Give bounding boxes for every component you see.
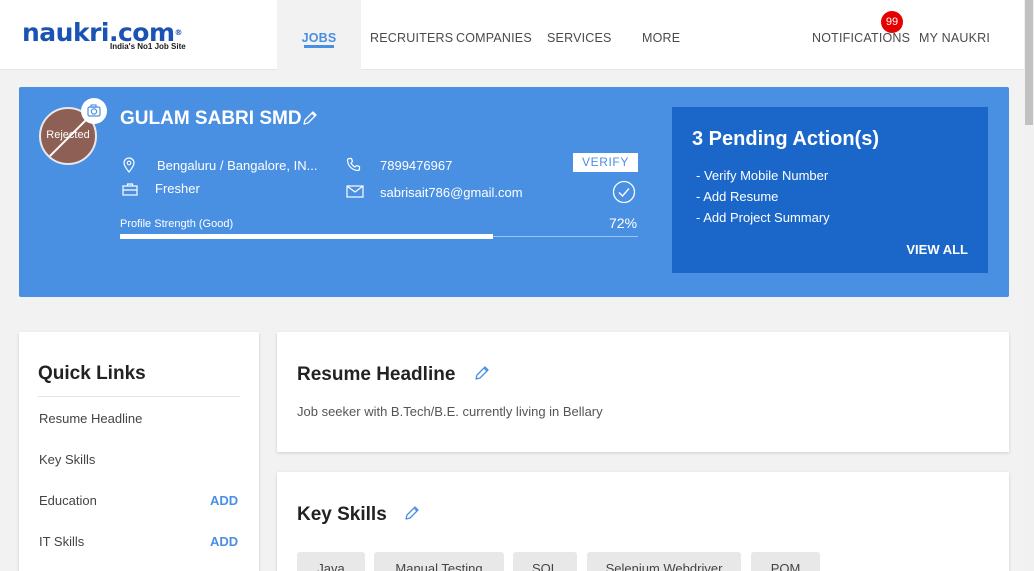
add-education-link[interactable]: ADD — [210, 493, 238, 508]
nav-jobs-label: JOBS — [301, 31, 337, 45]
notification-count-badge: 99 — [881, 11, 903, 33]
naukri-logo[interactable]: naukri.com® India's No1 Job Site — [22, 20, 186, 52]
pending-action-item[interactable]: - Add Project Summary — [696, 207, 830, 228]
logo-registered-mark: ® — [174, 28, 183, 37]
nav-my-naukri[interactable]: MY NAUKRI — [919, 0, 990, 70]
resume-headline-text: Job seeker with B.Tech/B.E. currently li… — [297, 404, 603, 419]
skill-chip-selenium-webdriver: Selenium Webdriver — [587, 552, 741, 571]
quick-link-resume-headline[interactable]: Resume Headline — [39, 411, 142, 426]
edit-name-pencil-icon[interactable] — [302, 110, 318, 131]
pending-actions-panel: 3 Pending Action(s) - Verify Mobile Numb… — [672, 107, 988, 273]
divider — [38, 396, 240, 397]
skill-chip-pom: POM — [751, 552, 820, 571]
scrollbar-thumb[interactable] — [1025, 0, 1033, 125]
pending-action-item[interactable]: - Verify Mobile Number — [696, 165, 830, 186]
quick-link-education[interactable]: Education — [39, 493, 97, 508]
nav-more[interactable]: MORE — [642, 0, 680, 70]
profile-location: Bengaluru / Bangalore, IN... — [157, 158, 318, 173]
nav-companies[interactable]: COMPANIES — [456, 0, 532, 70]
view-all-link[interactable]: VIEW ALL — [906, 242, 968, 257]
profile-strength-label: Profile Strength (Good) — [120, 218, 234, 230]
profile-email: sabrisait786@gmail.com — [380, 185, 523, 200]
profile-experience: Fresher — [155, 181, 200, 196]
nav-notifications[interactable]: NOTIFICATIONS — [812, 0, 910, 70]
profile-strength-percent: 72% — [609, 215, 638, 231]
email-icon — [346, 185, 364, 203]
resume-headline-title: Resume Headline — [297, 364, 456, 385]
profile-name: GULAM SABRI SMD — [120, 108, 302, 129]
email-verified-check-icon — [612, 180, 636, 209]
key-skills-title: Key Skills — [297, 504, 387, 525]
quick-link-it-skills[interactable]: IT Skills — [39, 534, 84, 549]
quick-link-key-skills[interactable]: Key Skills — [39, 452, 95, 467]
quick-links-panel: Quick Links Resume Headline Key Skills E… — [19, 332, 259, 571]
page-scrollbar[interactable] — [1024, 0, 1034, 571]
edit-key-skills-pencil-icon[interactable] — [404, 505, 420, 526]
nav-services[interactable]: SERVICES — [547, 0, 612, 70]
active-nav-underline — [304, 45, 334, 48]
pending-actions-title: 3 Pending Action(s) — [692, 128, 880, 150]
photo-status: Rejected — [46, 129, 90, 141]
top-header: naukri.com® India's No1 Job Site JOBS RE… — [0, 0, 1024, 70]
profile-card: Rejected GULAM SABRI SMD Bengaluru / Ban… — [19, 87, 1009, 297]
skill-chip-manual-testing: Manual Testing — [374, 552, 504, 571]
skill-chip-java: Java — [297, 552, 365, 571]
add-it-skills-link[interactable]: ADD — [210, 534, 238, 549]
quick-links-title: Quick Links — [38, 363, 146, 384]
edit-resume-headline-pencil-icon[interactable] — [474, 365, 490, 386]
pending-action-item[interactable]: - Add Resume — [696, 186, 830, 207]
profile-phone: 7899476967 — [380, 158, 453, 173]
phone-icon — [346, 157, 361, 177]
camera-icon[interactable] — [81, 98, 107, 124]
skill-chip-sql: SQL — [513, 552, 577, 571]
briefcase-icon — [122, 182, 138, 201]
location-pin-icon — [122, 157, 136, 178]
profile-strength-fill — [120, 234, 493, 239]
nav-recruiters[interactable]: RECRUITERS — [370, 0, 453, 70]
pending-actions-list: - Verify Mobile Number - Add Resume - Ad… — [696, 165, 830, 228]
logo-tagline: India's No1 Job Site — [110, 42, 186, 51]
resume-headline-card: Resume Headline Job seeker with B.Tech/B… — [277, 332, 1009, 452]
verify-phone-button[interactable]: VERIFY — [573, 153, 638, 172]
nav-jobs[interactable]: JOBS — [277, 0, 361, 70]
